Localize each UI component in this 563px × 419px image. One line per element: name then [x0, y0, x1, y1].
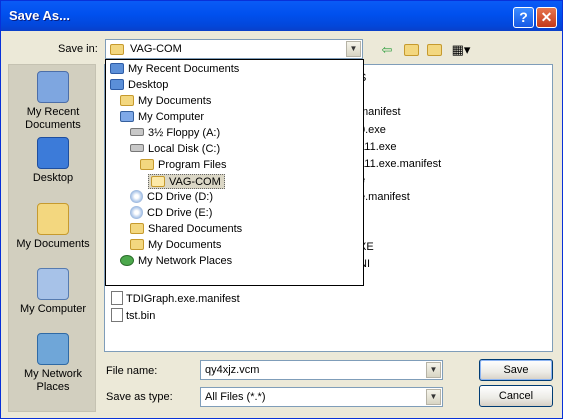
folder-icon — [110, 44, 124, 55]
dropdown-item-cd-drive-e[interactable]: CD Drive (E:) — [128, 205, 215, 221]
place-my-documents[interactable]: My Documents — [9, 203, 97, 251]
folder-icon — [140, 158, 154, 170]
hard-disk-icon — [130, 144, 144, 153]
bin-file-icon — [111, 308, 123, 323]
dropdown-item-label: 3½ Floppy (A:) — [148, 127, 221, 139]
network-places-icon — [37, 333, 69, 365]
chevron-down-icon[interactable]: ▼ — [346, 41, 361, 57]
dropdown-item-label: My Recent Documents — [128, 63, 240, 75]
folder-icon — [130, 222, 144, 234]
new-folder-icon[interactable] — [425, 41, 443, 59]
place-label: My Recent Documents — [25, 106, 81, 131]
place-label: My Network Places — [23, 368, 83, 393]
cd-drive-icon — [130, 205, 143, 219]
place-my-computer[interactable]: My Computer — [9, 268, 97, 316]
network-places-icon — [120, 254, 134, 266]
dropdown-item-my-documents-2[interactable]: My Documents — [128, 238, 224, 253]
dropdown-item-my-documents[interactable]: My Documents — [118, 94, 214, 109]
desktop-icon — [110, 78, 124, 90]
dropdown-item-shared-documents[interactable]: Shared Documents — [128, 222, 245, 237]
chevron-down-icon[interactable]: ▼ — [426, 389, 441, 405]
dropdown-item-vag-com[interactable]: VAG-COM — [148, 174, 225, 189]
close-button[interactable]: ✕ — [536, 7, 557, 28]
my-computer-icon — [120, 110, 134, 122]
dropdown-item-label: Shared Documents — [148, 223, 243, 235]
views-menu-icon[interactable]: ▦▾ — [449, 41, 473, 59]
save-in-dropdown-list[interactable]: My Recent Documents Desktop My Documents… — [105, 59, 364, 286]
place-recent-documents[interactable]: My Recent Documents — [9, 71, 97, 132]
back-arrow-icon[interactable]: ⇦ — [378, 41, 396, 59]
dropdown-item-label: My Computer — [138, 111, 205, 123]
chevron-down-icon[interactable]: ▼ — [426, 362, 441, 378]
file-name-field[interactable]: qy4xjz.vcm ▼ — [200, 360, 443, 380]
folder-icon — [130, 238, 144, 250]
dropdown-item-label: CD Drive (D:) — [147, 191, 213, 203]
save-as-dialog: Save As... ? ✕ Save in: VAG-COM ▼ ⇦ ▦▾ M… — [0, 0, 563, 419]
save-as-type-label: Save as type: — [106, 391, 173, 403]
file-name-value: qy4xjz.vcm — [205, 364, 260, 376]
place-label: My Computer — [19, 303, 87, 315]
save-in-combo[interactable]: VAG-COM ▼ — [105, 39, 363, 59]
dropdown-item-program-files[interactable]: Program Files — [138, 158, 229, 173]
dropdown-item-recent-documents[interactable]: My Recent Documents — [108, 62, 242, 77]
cd-drive-icon — [130, 189, 143, 203]
file-name-text: TDIGraph.exe.manifest — [126, 293, 240, 305]
title-bar[interactable]: Save As... ? ✕ — [1, 1, 562, 31]
recent-documents-icon — [110, 62, 124, 74]
dropdown-item-label: My Documents — [148, 239, 222, 251]
floppy-icon — [130, 128, 144, 137]
my-computer-icon — [37, 268, 69, 300]
dropdown-item-label: Program Files — [158, 159, 227, 171]
list-item[interactable]: manifest — [359, 104, 401, 120]
list-item[interactable]: 111.exe — [359, 139, 397, 155]
cancel-button[interactable]: Cancel — [479, 385, 553, 407]
up-folder-icon[interactable] — [402, 41, 420, 59]
file-name-text: tst.bin — [126, 310, 156, 322]
dropdown-item-label: Local Disk (C:) — [148, 143, 221, 155]
desktop-icon — [37, 137, 69, 169]
list-item[interactable]: TDIGraph.exe.manifest — [111, 291, 240, 307]
open-folder-icon — [151, 175, 165, 187]
help-button[interactable]: ? — [513, 7, 534, 28]
folder-icon — [120, 94, 134, 106]
save-as-type-value: All Files (*.*) — [205, 391, 266, 403]
save-button[interactable]: Save — [479, 359, 553, 381]
dropdown-item-my-computer[interactable]: My Computer — [118, 110, 207, 125]
list-item[interactable]: 111.exe.manifest — [359, 156, 441, 172]
file-name-label: File name: — [106, 365, 158, 377]
dropdown-item-cd-drive-d[interactable]: CD Drive (D:) — [128, 189, 216, 205]
save-in-label: Save in: — [58, 43, 98, 55]
save-as-type-select[interactable]: All Files (*.*) ▼ — [200, 387, 443, 407]
recent-documents-icon — [37, 71, 69, 103]
place-label: Desktop — [32, 172, 74, 184]
dropdown-item-floppy[interactable]: 3½ Floppy (A:) — [128, 126, 223, 141]
place-label: My Documents — [16, 238, 90, 250]
dropdown-item-label: Desktop — [128, 79, 169, 91]
save-in-value: VAG-COM — [130, 43, 182, 55]
window-title: Save As... — [9, 8, 70, 23]
my-documents-icon — [37, 203, 69, 235]
dropdown-item-label: CD Drive (E:) — [147, 207, 213, 219]
places-bar: My Recent Documents Desktop My Documents… — [8, 64, 96, 412]
manifest-file-icon — [111, 291, 123, 306]
dropdown-item-label: My Documents — [138, 95, 212, 107]
place-network-places[interactable]: My Network Places — [9, 333, 97, 394]
dropdown-item-network-places[interactable]: My Network Places — [118, 254, 235, 269]
list-item[interactable]: e.manifest — [359, 189, 410, 205]
place-desktop[interactable]: Desktop — [9, 137, 97, 185]
dropdown-item-label: VAG-COM — [169, 176, 221, 188]
dropdown-item-label: My Network Places — [138, 255, 233, 267]
list-item[interactable]: tst.bin — [111, 308, 155, 324]
dropdown-item-local-disk[interactable]: Local Disk (C:) — [128, 142, 223, 157]
dropdown-item-desktop[interactable]: Desktop — [108, 78, 171, 93]
